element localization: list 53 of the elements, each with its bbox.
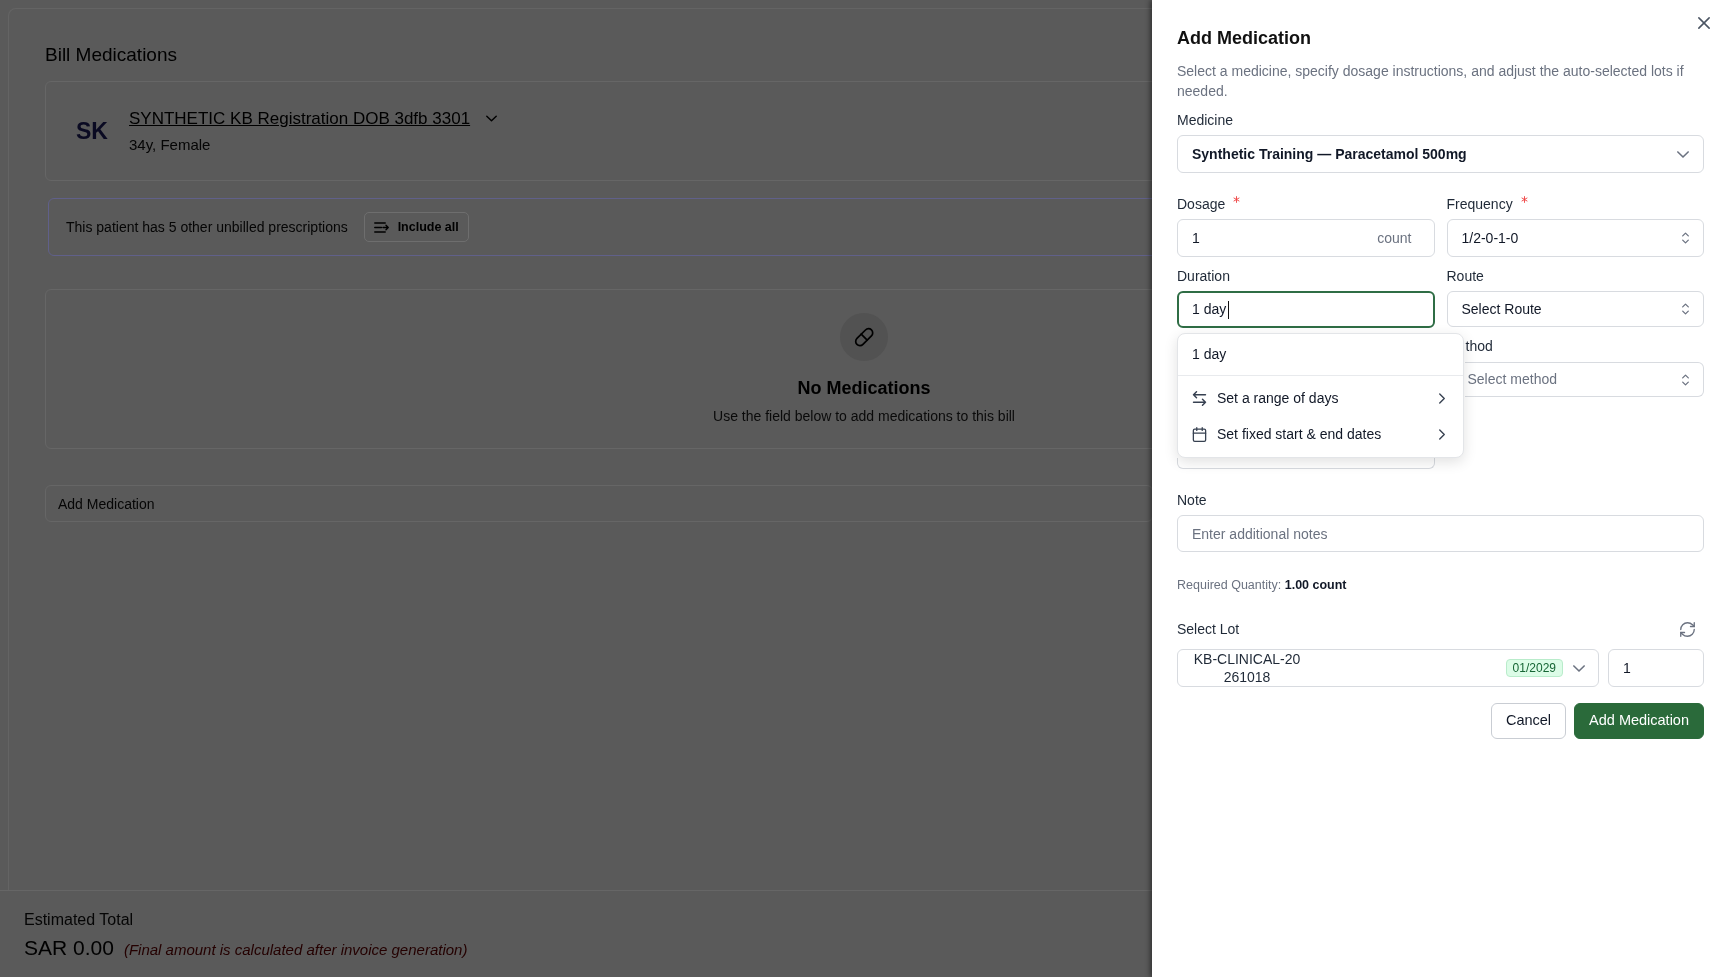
method-select[interactable]: Select method <box>1464 362 1704 397</box>
frequency-select[interactable]: 1/2-0-1-0 <box>1446 219 1704 257</box>
menu-item[interactable]: Set a range of days <box>1178 380 1463 416</box>
field-label: Dosage <box>1177 195 1226 214</box>
medication-search-field[interactable]: Add Medication <box>45 485 1153 522</box>
medicine-select[interactable]: Synthetic Training — Paracetamol 500mg <box>1177 135 1704 173</box>
lot-number: KB-CLINICAL-20 261018 <box>1192 650 1302 686</box>
cancel-button[interactable]: Cancel <box>1490 703 1567 739</box>
up-down-chevron-icon <box>1682 232 1689 244</box>
patient-details: 34y, Female <box>129 134 211 155</box>
lot-select[interactable]: KB-CLINICAL-20 261018 01/2029 <box>1177 649 1599 687</box>
input-field[interactable] <box>1177 458 1435 469</box>
field-label: Select Lot <box>1177 620 1240 639</box>
unit-label: count <box>1377 228 1412 248</box>
pill-icon <box>840 313 888 361</box>
panel-title: Add Medication <box>1177 27 1312 50</box>
panel-description: Select a medicine, specify dosage instructions, and adjust the auto-selected lots if needed. <box>1177 62 1685 101</box>
total-note: (Final amount is calculated after invoice generation) <box>123 940 468 960</box>
refresh-icon[interactable] <box>1680 621 1695 637</box>
up-down-chevron-icon <box>1682 373 1689 386</box>
quantity-field[interactable]: 1 <box>1608 649 1704 687</box>
field-label: Route <box>1446 267 1484 286</box>
chevron-right-icon <box>1439 428 1445 440</box>
field-label: Note <box>1177 491 1207 510</box>
calendar-icon <box>1192 426 1207 442</box>
chevron-down-icon <box>1677 150 1689 158</box>
up-down-chevron-icon <box>1682 303 1689 315</box>
duration-field[interactable]: 1 day <box>1177 291 1435 328</box>
avatar-initials: SK <box>75 117 109 146</box>
required-quantity-text: Required Quantity: 1.00 count <box>1177 577 1347 594</box>
chevron-down-icon <box>486 115 498 122</box>
empty-state-text: Use the field below to add medications to this bill <box>713 407 1015 426</box>
field-label: thod <box>1465 337 1493 356</box>
list-arrow-icon <box>373 221 389 233</box>
total-amount: SAR 0.00 <box>24 935 114 961</box>
field-label: Frequency <box>1446 195 1513 214</box>
page-title: Bill Medications <box>45 43 177 67</box>
add-medication-button[interactable]: Add Medication <box>1574 703 1704 739</box>
close-icon[interactable] <box>1698 17 1710 29</box>
field-label: Duration <box>1177 267 1230 286</box>
dosage-field[interactable]: 1 count <box>1177 219 1435 257</box>
route-select[interactable]: Select Route <box>1446 291 1704 327</box>
note-field[interactable]: Enter additional notes <box>1177 515 1704 552</box>
field-label: Medicine <box>1177 111 1234 130</box>
chevron-down-icon <box>1573 664 1585 672</box>
total-label: Estimated Total <box>24 910 134 930</box>
text-cursor-icon <box>1228 300 1230 319</box>
empty-state-title: No Medications <box>797 377 931 400</box>
menu-item[interactable]: Set fixed start & end dates <box>1178 416 1463 452</box>
chevron-right-icon <box>1439 392 1445 404</box>
notice-text: This patient has 5 other unbilled prescriptions <box>66 217 348 237</box>
expiry-badge: 01/2029 <box>1505 659 1563 677</box>
left-right-arrows-icon <box>1192 390 1207 406</box>
